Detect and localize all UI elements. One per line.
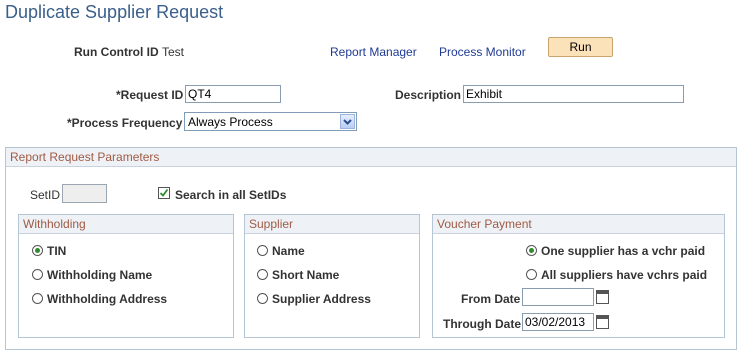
- calendar-icon[interactable]: [596, 290, 609, 304]
- radio-name[interactable]: [257, 245, 268, 256]
- check-icon: [159, 188, 169, 197]
- radio-one-supplier-vchr-paid[interactable]: [526, 245, 537, 256]
- voucher-payment-header: Voucher Payment: [433, 215, 724, 234]
- option-withholding-name-label: Withholding Name: [47, 268, 153, 282]
- radio-withholding-address[interactable]: [32, 293, 43, 304]
- option-withholding-address-label: Withholding Address: [47, 292, 168, 306]
- radio-short-name[interactable]: [257, 269, 268, 280]
- search-all-setids-label: Search in all SetIDs: [175, 188, 287, 202]
- supplier-header: Supplier: [245, 215, 419, 234]
- radio-all-suppliers-vchrs-paid[interactable]: [526, 269, 537, 280]
- option-all-suppliers-label: All suppliers have vchrs paid: [541, 268, 708, 282]
- description-field[interactable]: [463, 85, 684, 103]
- request-id-label: *Request ID: [116, 88, 184, 102]
- supplier-title: Supplier: [249, 217, 294, 231]
- setid-label: SetID: [30, 188, 61, 202]
- option-tin-label: TIN: [47, 244, 67, 258]
- process-monitor-link[interactable]: Process Monitor: [439, 45, 526, 59]
- search-all-setids-checkbox[interactable]: [158, 187, 170, 199]
- option-name-label: Name: [272, 244, 305, 258]
- voucher-payment-title: Voucher Payment: [437, 217, 532, 231]
- option-supplier-address-label: Supplier Address: [272, 292, 371, 306]
- process-frequency-select[interactable]: Always Process: [184, 112, 357, 131]
- run-control-label: Run Control ID: [74, 45, 159, 59]
- request-id-field[interactable]: [185, 85, 281, 103]
- option-one-supplier-label: One supplier has a vchr paid: [541, 244, 706, 258]
- section-title: Report Request Parameters: [10, 150, 160, 164]
- option-short-name-label: Short Name: [272, 268, 340, 282]
- from-date-label: From Date: [461, 292, 521, 306]
- from-date-field[interactable]: [522, 288, 594, 306]
- through-date-label: Through Date: [443, 317, 521, 331]
- section-header: Report Request Parameters: [6, 148, 736, 167]
- radio-supplier-address[interactable]: [257, 293, 268, 304]
- process-frequency-value: Always Process: [188, 115, 273, 129]
- process-frequency-label: *Process Frequency: [67, 116, 183, 130]
- radio-tin[interactable]: [32, 245, 43, 256]
- chevron-down-icon[interactable]: [340, 114, 355, 129]
- run-button[interactable]: Run: [548, 37, 613, 57]
- calendar-icon[interactable]: [596, 315, 609, 329]
- through-date-field[interactable]: [522, 313, 594, 331]
- description-label: Description: [395, 88, 462, 102]
- withholding-title: Withholding: [23, 217, 86, 231]
- run-control-value: Test: [162, 45, 185, 59]
- report-manager-link[interactable]: Report Manager: [330, 45, 417, 59]
- radio-withholding-name[interactable]: [32, 269, 43, 280]
- page-title: Duplicate Supplier Request: [5, 2, 224, 22]
- withholding-header: Withholding: [19, 215, 233, 234]
- setid-field[interactable]: [62, 184, 107, 203]
